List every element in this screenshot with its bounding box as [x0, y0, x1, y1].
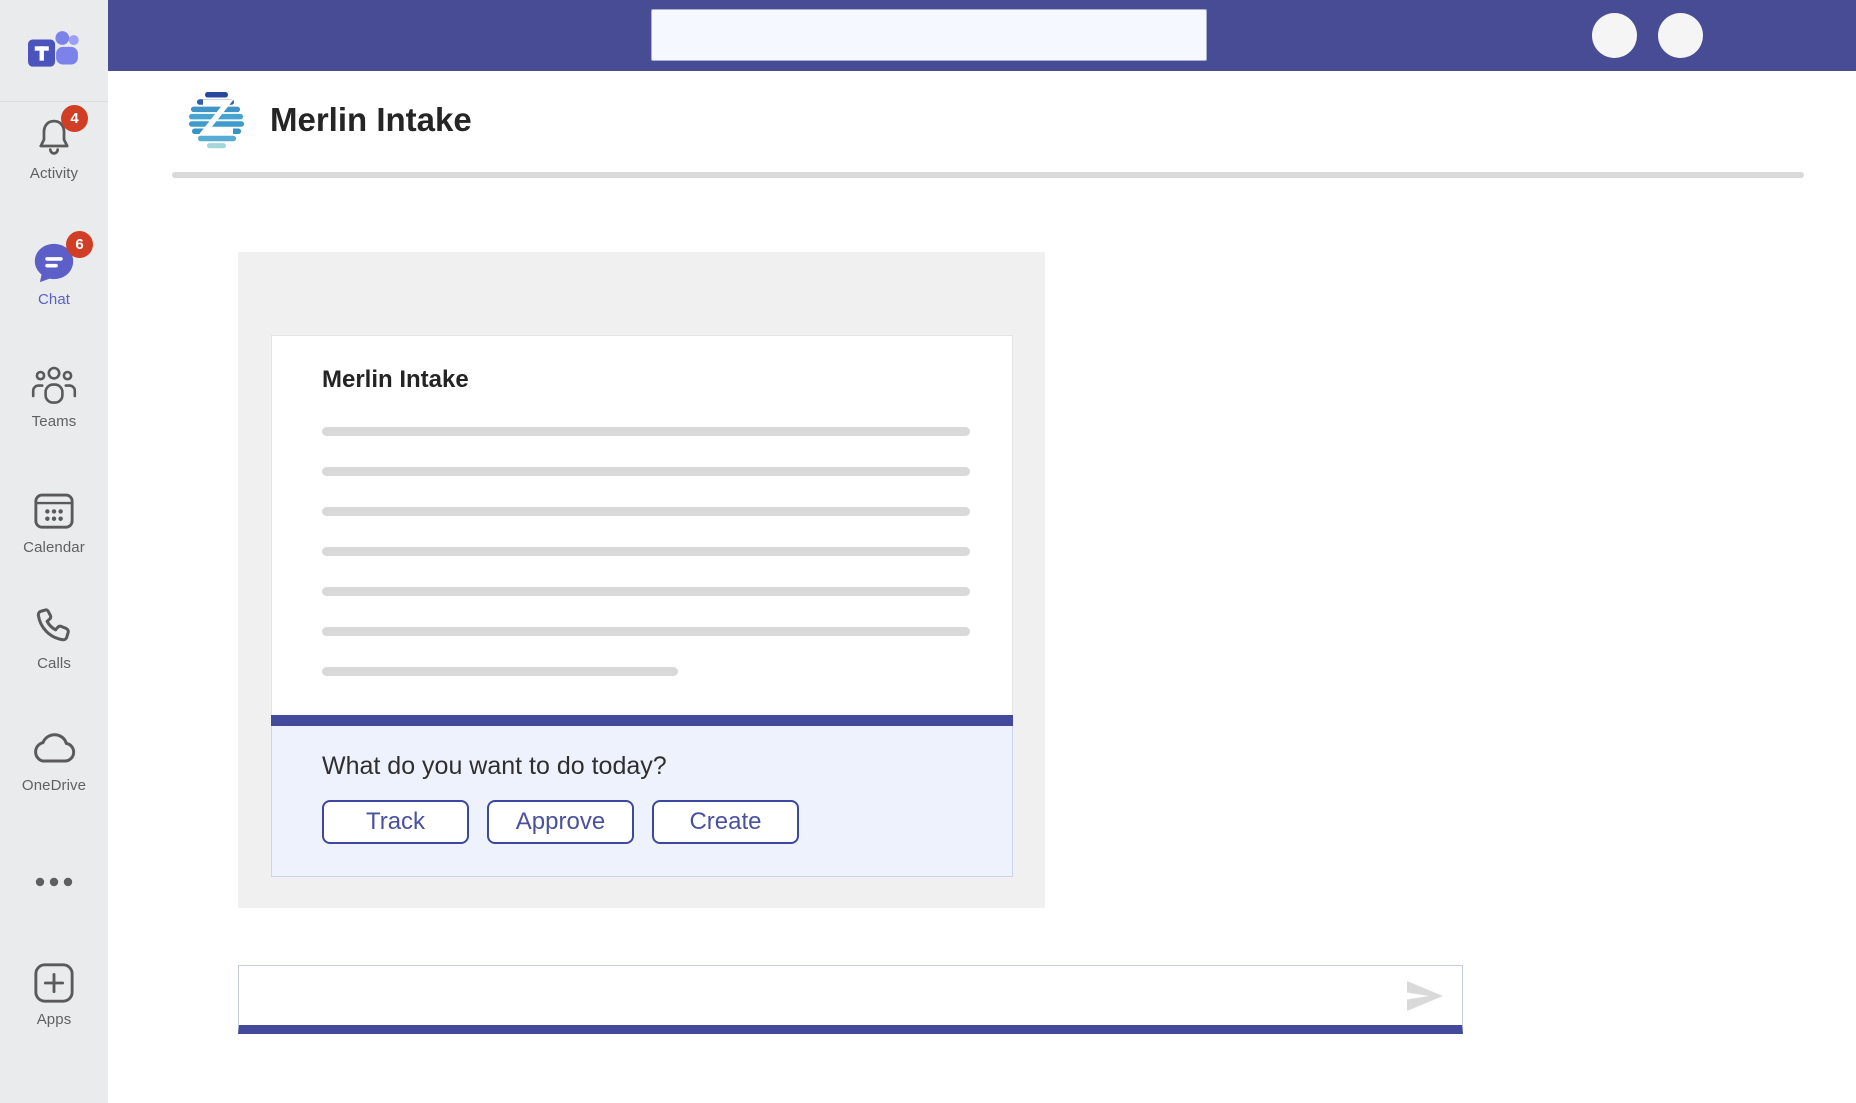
sidebar-item-label: OneDrive — [22, 777, 86, 794]
send-icon — [1405, 979, 1445, 1013]
bot-message-panel: Merlin Intake What do you want to do tod… — [238, 252, 1045, 908]
sidebar-item-label: Chat — [38, 291, 70, 308]
card-action-panel: What do you want to do today? Track Appr… — [271, 726, 1013, 877]
phone-icon — [33, 606, 75, 648]
people-icon — [31, 364, 77, 406]
sidebar-item-teams[interactable]: Teams — [0, 360, 108, 430]
sidebar-item-calendar[interactable]: Calendar — [0, 486, 108, 556]
sidebar-item-apps[interactable]: Apps — [0, 958, 108, 1028]
header-divider — [172, 172, 1804, 178]
sidebar-item-onedrive[interactable]: OneDrive — [0, 724, 108, 794]
search-input[interactable] — [651, 9, 1207, 61]
sidebar-item-activity[interactable]: 4 Activity — [0, 112, 108, 182]
sidebar-item-calls[interactable]: Calls — [0, 602, 108, 672]
sidebar-item-chat[interactable]: 6 Chat — [0, 238, 108, 308]
message-input[interactable] — [239, 966, 1462, 1025]
card-question: What do you want to do today? — [322, 752, 1012, 781]
teams-window: 4 Activity 6 Chat — [0, 0, 1856, 1103]
placeholder-line — [322, 587, 970, 596]
chat-badge: 6 — [66, 231, 93, 258]
topbar-circle-button[interactable] — [1592, 13, 1637, 58]
cloud-icon — [30, 732, 78, 766]
card-title: Merlin Intake — [322, 366, 970, 394]
chat-pane: Merlin Intake Merlin Intake — [108, 71, 1856, 1103]
activity-badge: 4 — [61, 105, 88, 132]
placeholder-line — [322, 467, 970, 476]
sidebar-item-more[interactable] — [0, 868, 108, 896]
app-rail: 4 Activity 6 Chat — [0, 0, 108, 1103]
approve-button[interactable]: Approve — [487, 800, 634, 844]
send-button[interactable] — [1404, 978, 1446, 1014]
card-placeholder-text — [322, 427, 970, 676]
teams-logo — [0, 0, 108, 102]
placeholder-line — [322, 667, 678, 676]
sidebar-item-label: Apps — [37, 1011, 72, 1028]
calendar-icon — [33, 491, 75, 531]
placeholder-line — [322, 427, 970, 436]
app-header: Merlin Intake — [188, 89, 472, 151]
title-bar — [108, 0, 1856, 71]
apps-plus-icon — [33, 962, 75, 1004]
placeholder-line — [322, 547, 970, 556]
sidebar-item-label: Calls — [37, 655, 71, 672]
placeholder-line — [322, 507, 970, 516]
message-composer — [238, 965, 1463, 1034]
placeholder-line — [322, 627, 970, 636]
create-button[interactable]: Create — [652, 800, 799, 844]
merlin-intake-icon — [188, 91, 246, 149]
track-button[interactable]: Track — [322, 800, 469, 844]
topbar-circle-button[interactable] — [1658, 13, 1703, 58]
adaptive-card: Merlin Intake What do you want to do tod… — [271, 335, 1013, 877]
card-accent-bar — [271, 715, 1013, 726]
ellipsis-icon — [34, 877, 74, 887]
teams-logo-icon — [28, 30, 80, 72]
sidebar-item-label: Calendar — [23, 539, 85, 556]
sidebar-item-label: Activity — [30, 165, 78, 182]
card-action-buttons: Track Approve Create — [322, 800, 1012, 844]
page-title: Merlin Intake — [270, 101, 472, 139]
card-body: Merlin Intake — [271, 335, 1013, 715]
sidebar-item-label: Teams — [32, 413, 77, 430]
